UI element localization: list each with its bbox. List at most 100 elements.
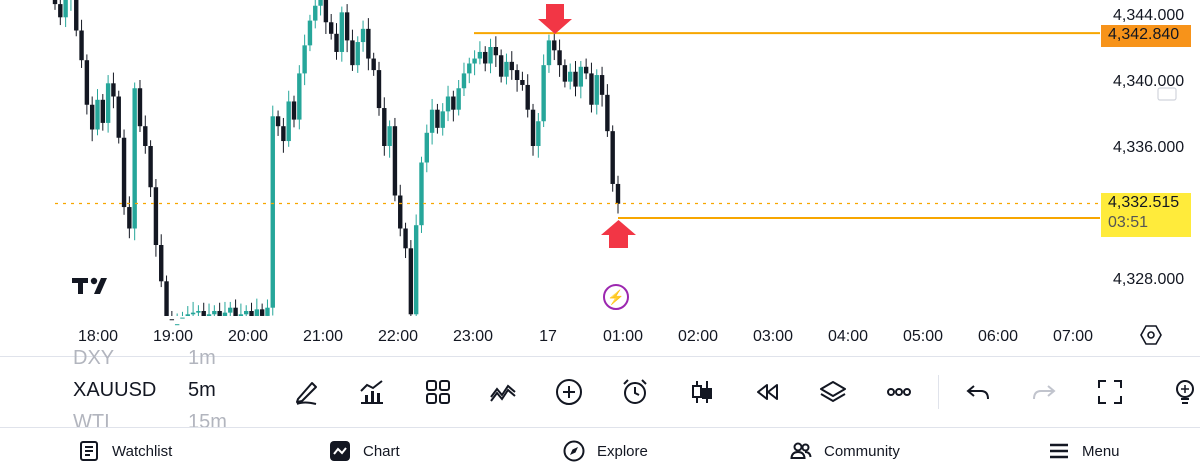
current-symbol[interactable]: XAUUSD xyxy=(73,379,156,402)
compass-icon xyxy=(563,440,585,462)
candle-body xyxy=(174,324,180,326)
candle-body xyxy=(429,109,435,133)
candle-body xyxy=(546,40,552,66)
tradingview-logo-icon xyxy=(72,274,114,301)
candle-body xyxy=(196,311,201,313)
candle-body xyxy=(615,183,621,204)
candle-body xyxy=(137,88,143,127)
layout-icon[interactable] xyxy=(421,375,455,409)
candle-body xyxy=(63,0,68,18)
candle-body xyxy=(435,109,440,128)
price-chart[interactable]: 4,344.0004,340.0004,336.0004,328.000 18:… xyxy=(0,0,1200,356)
fullscreen-icon[interactable] xyxy=(1093,375,1127,409)
community-icon xyxy=(790,442,812,459)
candle-body xyxy=(605,94,610,132)
candle-body xyxy=(440,111,445,128)
candle-body xyxy=(488,47,493,64)
candle-body xyxy=(159,245,164,282)
menu-icon xyxy=(1050,443,1068,459)
candle-body xyxy=(424,132,429,163)
candle-body xyxy=(334,33,339,52)
undo-icon[interactable] xyxy=(961,375,995,409)
lightning-icon[interactable]: ⚡ xyxy=(603,284,629,310)
candle-body xyxy=(89,104,95,130)
candle-body xyxy=(121,137,127,208)
candle-body xyxy=(185,314,190,316)
candle-body xyxy=(201,311,206,316)
candle-body xyxy=(127,207,132,229)
candle-body xyxy=(408,248,414,315)
candle-body xyxy=(228,307,233,313)
candle-body xyxy=(238,314,244,316)
prev-symbol[interactable]: DXY xyxy=(73,347,114,370)
toolbar-separator xyxy=(938,375,939,409)
candle-body xyxy=(392,126,398,196)
nav-watchlist[interactable]: Watchlist xyxy=(78,440,172,462)
candle-body xyxy=(541,65,546,122)
time-axis-label: 21:00 xyxy=(303,328,343,345)
time-axis-label: 02:00 xyxy=(678,328,718,345)
alert-price-tag[interactable]: 4,342.840 xyxy=(1101,25,1191,47)
time-axis-label: 23:00 xyxy=(453,328,493,345)
pencil-icon[interactable] xyxy=(290,375,324,409)
candle-body xyxy=(275,116,281,127)
nav-chart[interactable]: Chart xyxy=(329,440,400,462)
alarm-icon[interactable] xyxy=(618,375,652,409)
candle-body xyxy=(95,99,100,130)
candle-body xyxy=(493,47,499,56)
alert-price-value: 4,342.840 xyxy=(1108,26,1180,43)
candle-body xyxy=(451,96,456,110)
candle-body xyxy=(79,30,84,61)
candle-body xyxy=(419,162,424,226)
candles-icon[interactable] xyxy=(685,375,719,409)
time-axis-label: 20:00 xyxy=(228,328,268,345)
patterns-icon[interactable] xyxy=(486,375,520,409)
candle-body xyxy=(461,73,467,89)
nav-explore[interactable]: Explore xyxy=(563,440,648,462)
candle-body xyxy=(244,311,249,315)
price-axis-label: 4,344.000 xyxy=(1113,7,1184,24)
chart-toolbar: DXY 1m XAUUSD 5m WTI 15m xyxy=(0,347,1200,433)
candle-body xyxy=(180,317,185,319)
candle-body xyxy=(498,55,504,77)
candle-body xyxy=(323,0,329,23)
time-axis-label: 07:00 xyxy=(1053,328,1093,345)
nav-menu[interactable]: Menu xyxy=(1048,440,1120,462)
current-timeframe[interactable]: 5m xyxy=(188,379,216,402)
add-icon[interactable] xyxy=(552,375,586,409)
candle-body xyxy=(472,58,477,64)
arrow-up-icon xyxy=(601,220,636,248)
indicators-icon[interactable] xyxy=(355,375,389,409)
candle-body xyxy=(403,228,408,249)
more-icon[interactable] xyxy=(882,375,916,409)
arrow-down-icon xyxy=(538,4,572,34)
replay-icon[interactable] xyxy=(750,375,784,409)
chart-settings-icon[interactable] xyxy=(1140,324,1162,346)
chart-area[interactable]: 4,344.000 4,340.000 4,336.000 4,328.000 18:… xyxy=(0,0,1200,356)
candle-body xyxy=(530,109,536,146)
price-axis-label: 4,328.000 xyxy=(1113,271,1184,288)
candle-body xyxy=(222,312,228,316)
candle-body xyxy=(206,314,212,316)
prev-timeframe[interactable]: 1m xyxy=(188,347,216,370)
candle-body xyxy=(52,0,58,5)
candle-body xyxy=(583,66,589,74)
time-axis-label: 03:00 xyxy=(753,328,793,345)
nav-community[interactable]: Community xyxy=(790,440,900,462)
candle-body xyxy=(360,28,366,43)
candle-body xyxy=(525,84,530,110)
candle-body xyxy=(514,70,520,80)
candle-body xyxy=(382,108,387,146)
candle-body xyxy=(313,5,318,21)
candle-body xyxy=(74,0,79,31)
time-axis-label: 06:00 xyxy=(978,328,1018,345)
nav-explore-label: Explore xyxy=(597,442,648,460)
candle-body xyxy=(148,146,153,188)
layers-icon[interactable] xyxy=(816,375,850,409)
idea-icon[interactable] xyxy=(1170,375,1200,409)
candle-body xyxy=(249,311,254,316)
candle-body xyxy=(387,126,392,146)
candle-body xyxy=(302,45,307,74)
candle-body xyxy=(190,312,196,315)
nav-community-label: Community xyxy=(824,442,900,460)
